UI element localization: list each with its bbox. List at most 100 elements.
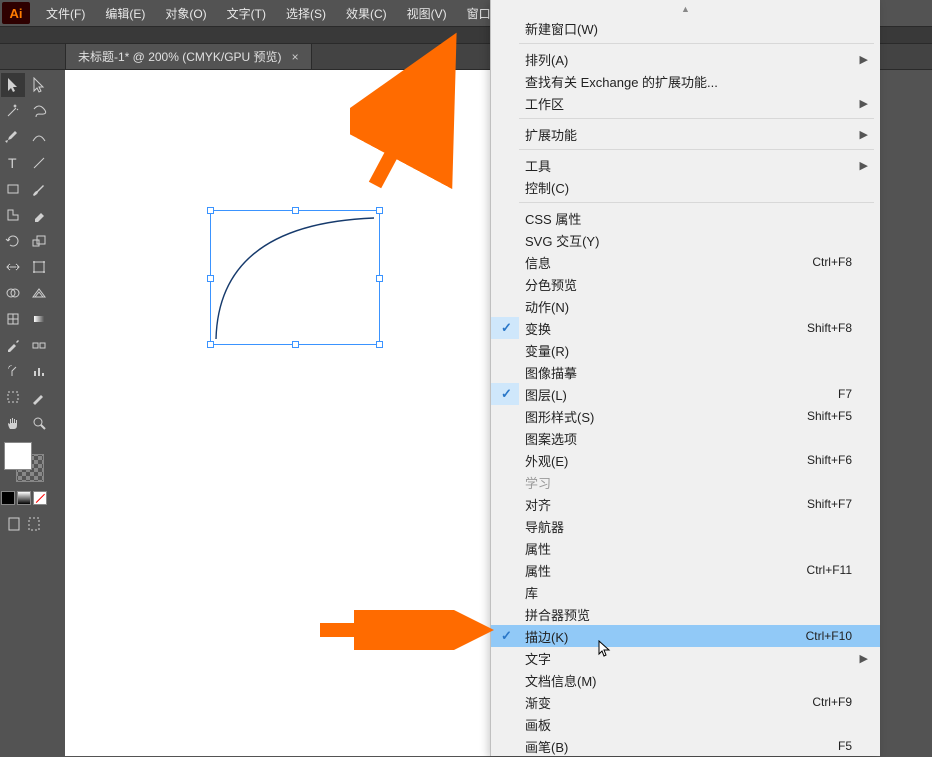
eyedropper-tool[interactable] [1,333,25,357]
blend-tool[interactable] [27,333,51,357]
fill-color-swatch[interactable] [4,442,32,470]
mesh-tool[interactable] [1,307,25,331]
direct-selection-tool[interactable] [27,73,51,97]
menu-item[interactable]: CSS 属性 [491,207,880,229]
menu-item[interactable]: 画板 [491,713,880,735]
menu-item[interactable]: 外观(E)Shift+F6 [491,449,880,471]
shape-builder-tool[interactable] [1,281,25,305]
menu-item[interactable]: 对齐Shift+F7 [491,493,880,515]
menu-item[interactable]: ✓变换Shift+F8 [491,317,880,339]
menu-item-label: 渐变 [525,693,551,712]
menu-item[interactable]: ✓描边(K)Ctrl+F10 [491,625,880,647]
menu-item[interactable]: 拼合器预览 [491,603,880,625]
magic-wand-tool[interactable] [1,99,25,123]
symbol-sprayer-tool[interactable] [1,359,25,383]
resize-handle-br[interactable] [376,341,383,348]
shaper-tool[interactable] [1,203,25,227]
document-tab[interactable]: 未标题-1* @ 200% (CMYK/GPU 预览) × [65,44,312,69]
menu-item-label: 分色预览 [525,275,577,294]
menu-item[interactable]: 排列(A)▶ [491,48,880,70]
menu-item-label: 导航器 [525,517,564,536]
color-picker[interactable] [0,440,50,488]
menu-item[interactable]: 控制(C) [491,176,880,198]
menu-item-label: 工作区 [525,94,564,113]
menu-item[interactable]: 画笔(B)F5 [491,735,880,757]
rectangle-tool[interactable] [1,177,25,201]
eraser-tool[interactable] [27,203,51,227]
menu-item-label: 文档信息(M) [525,671,597,690]
menu-item[interactable]: 动作(N) [491,295,880,317]
menu-item[interactable]: 属性 Ctrl+F11 [491,559,880,581]
tab-close-button[interactable]: × [292,50,299,64]
rotate-tool[interactable] [1,229,25,253]
menu-item[interactable]: 图案选项 [491,427,880,449]
scale-tool[interactable] [27,229,51,253]
menu-shortcut: Ctrl+F11 [807,563,852,577]
menu-item-label: 库 [525,583,538,602]
curvature-tool[interactable] [27,125,51,149]
menu-item[interactable]: 属性 [491,537,880,559]
hand-tool[interactable] [1,411,25,435]
zoom-tool[interactable] [27,411,51,435]
swatch-solid[interactable] [1,491,15,505]
menu-item[interactable]: 新建窗口(W) [491,17,880,39]
resize-handle-tr[interactable] [376,207,383,214]
menu-item-label: 排列(A) [525,50,568,69]
menu-select[interactable]: 选择(S) [276,1,336,26]
resize-handle-tl[interactable] [207,207,214,214]
menu-scroll-up[interactable]: ▲ [491,0,880,17]
column-graph-tool[interactable] [27,359,51,383]
menu-item-label: 属性 [525,561,551,580]
menu-item[interactable]: 文字▶ [491,647,880,669]
menu-item[interactable]: 文档信息(M) [491,669,880,691]
resize-handle-bl[interactable] [207,341,214,348]
menu-item[interactable]: 分色预览 [491,273,880,295]
perspective-grid-tool[interactable] [27,281,51,305]
menu-item-label: 学习 [525,473,551,492]
resize-handle-tm[interactable] [292,207,299,214]
menu-item-label: 拼合器预览 [525,605,590,624]
swatch-none[interactable] [33,491,47,505]
menu-item[interactable]: 信息Ctrl+F8 [491,251,880,273]
menu-item[interactable]: 导航器 [491,515,880,537]
slice-tool[interactable] [27,385,51,409]
width-tool[interactable] [1,255,25,279]
type-tool[interactable]: T [1,151,25,175]
resize-handle-ml[interactable] [207,275,214,282]
menu-edit[interactable]: 编辑(E) [95,1,155,26]
menu-item-label: 属性 [525,539,551,558]
resize-handle-bm[interactable] [292,341,299,348]
menu-item[interactable]: 工具▶ [491,154,880,176]
menu-type[interactable]: 文字(T) [217,1,276,26]
menu-item[interactable]: ✓图层(L)F7 [491,383,880,405]
swatch-gradient[interactable] [17,491,31,505]
menu-item[interactable]: 查找有关 Exchange 的扩展功能... [491,70,880,92]
menu-item[interactable]: SVG 交互(Y) [491,229,880,251]
pen-tool[interactable] [1,125,25,149]
resize-handle-mr[interactable] [376,275,383,282]
artboard-tool[interactable] [1,385,25,409]
free-transform-tool[interactable] [27,255,51,279]
menu-view[interactable]: 视图(V) [397,1,457,26]
menu-item[interactable]: 渐变Ctrl+F9 [491,691,880,713]
menu-file[interactable]: 文件(F) [36,1,95,26]
selection-tool[interactable] [1,73,25,97]
selected-object[interactable] [210,210,380,345]
menu-item[interactable]: 工作区▶ [491,92,880,114]
canvas[interactable] [65,70,495,756]
draw-mode-buttons[interactable] [0,512,50,536]
line-tool[interactable] [27,151,51,175]
color-mode-row [0,490,50,506]
menu-item[interactable]: 图像描摹 [491,361,880,383]
paintbrush-tool[interactable] [27,177,51,201]
menu-item[interactable]: 扩展功能▶ [491,123,880,145]
menu-item[interactable]: 变量(R) [491,339,880,361]
menu-separator [519,118,874,119]
lasso-tool[interactable] [27,99,51,123]
menu-item[interactable]: 库 [491,581,880,603]
gradient-tool[interactable] [27,307,51,331]
menu-object[interactable]: 对象(O) [155,1,216,26]
submenu-arrow-icon: ▶ [860,652,868,665]
menu-effect[interactable]: 效果(C) [336,1,397,26]
menu-item[interactable]: 图形样式(S)Shift+F5 [491,405,880,427]
